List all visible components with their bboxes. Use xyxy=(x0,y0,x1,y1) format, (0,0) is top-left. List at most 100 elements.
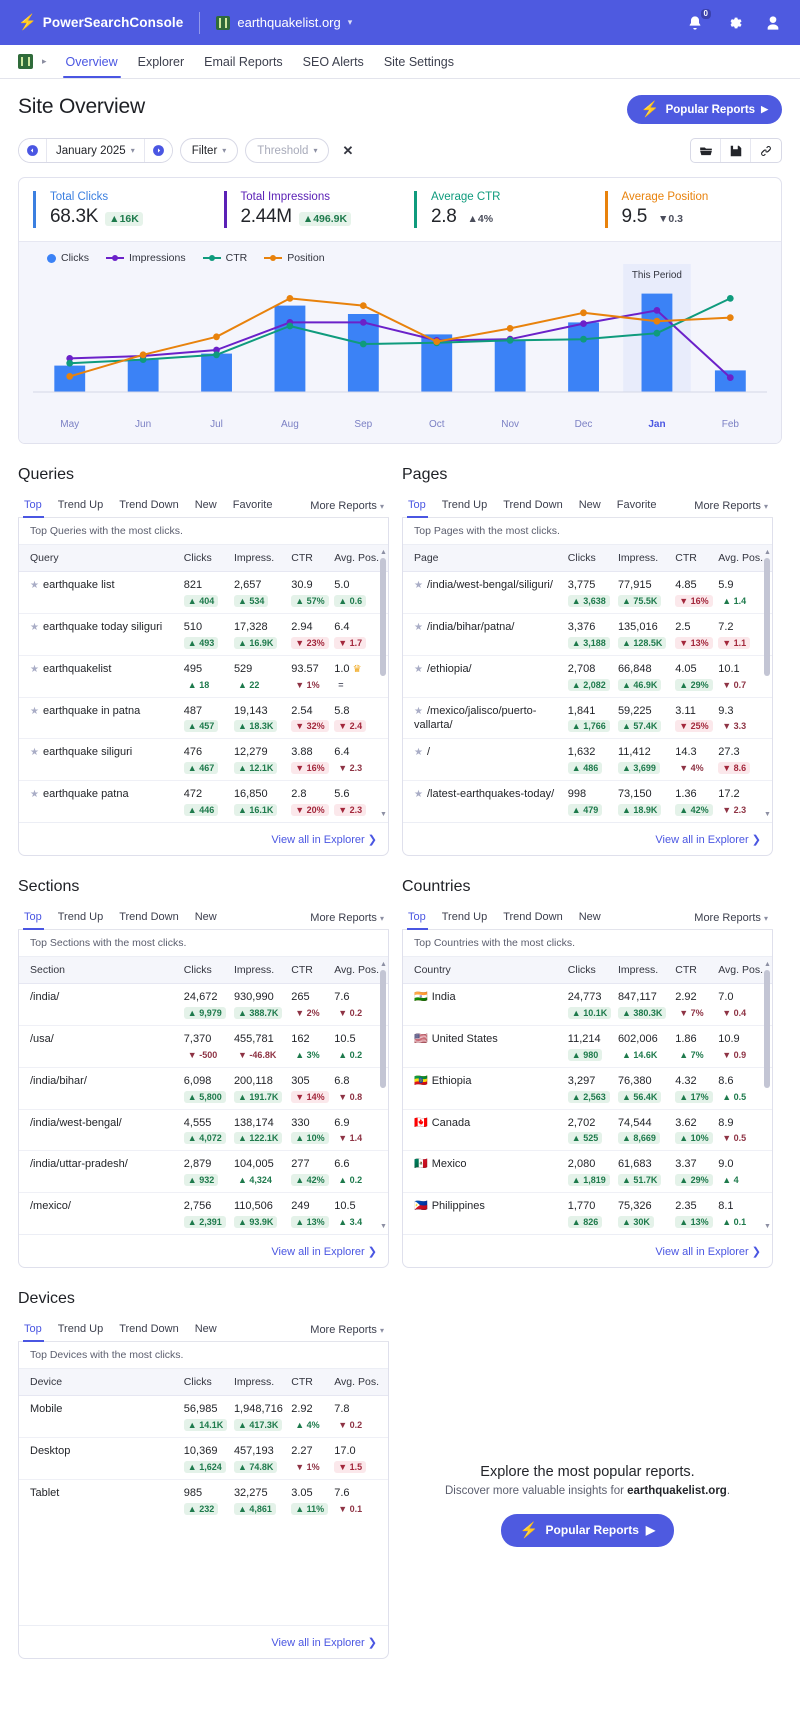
column-header-avg-pos[interactable]: Avg. Pos. xyxy=(334,1369,388,1397)
table-row[interactable]: ★ earthquake today siliguri 510 ▲ 493 17,328… xyxy=(19,613,388,656)
open-folder-icon[interactable] xyxy=(691,139,721,162)
scrollbar-thumb[interactable] xyxy=(380,970,386,1089)
view-all-in-explorer-link[interactable]: View all in Explorer ❯ xyxy=(271,1637,377,1649)
more-reports-dropdown[interactable]: More Reports ▾ xyxy=(694,500,771,512)
tab-trend-down[interactable]: Trend Down xyxy=(111,494,187,517)
column-header-impress[interactable]: Impress. xyxy=(617,957,676,985)
favorite-star-icon[interactable]: ★ xyxy=(414,622,423,633)
kpi-total-impressions[interactable]: Total Impressions 2.44M ▲496.9K xyxy=(223,191,401,228)
favorite-star-icon[interactable]: ★ xyxy=(414,789,423,800)
tab-trend-up[interactable]: Trend Up xyxy=(50,906,111,929)
table-row[interactable]: ★ earthquake patna 472 ▲ 446 16,850 ▲ 16.1K 2.… xyxy=(19,781,388,822)
tab-trend-up[interactable]: Trend Up xyxy=(434,494,495,517)
legend-item-clicks[interactable]: Clicks xyxy=(47,252,89,264)
view-all-in-explorer-link[interactable]: View all in Explorer ❯ xyxy=(655,834,761,846)
table-row[interactable]: /india/24,672 ▲ 9,979 930,990 ▲ 388.7K 265 ▼ … xyxy=(19,983,388,1026)
next-period-button[interactable] xyxy=(144,139,172,162)
tab-trend-down[interactable]: Trend Down xyxy=(111,906,187,929)
table-row[interactable]: 🇺🇸 United States 11,214 ▲ 980 602,006 ▲ 14.6K… xyxy=(403,1025,772,1068)
scroll-up-icon[interactable]: ▲ xyxy=(380,961,387,968)
column-header-ctr[interactable]: CTR xyxy=(675,545,719,572)
table-scrollbar[interactable]: ▲ ▼ xyxy=(764,549,771,818)
table-row[interactable]: 🇲🇽 Mexico 2,080 ▲ 1,819 61,683 ▲ 51.7K 3.37 ▲ 2… xyxy=(403,1150,772,1194)
table-row[interactable]: ★ earthquake in patna 487 ▲ 457 19,143 ▲ 18.3… xyxy=(19,697,388,740)
scrollbar-thumb[interactable] xyxy=(380,558,386,676)
site-selector[interactable]: earthquakelist.org ▾ xyxy=(216,15,352,30)
tab-trend-down[interactable]: Trend Down xyxy=(111,1318,187,1341)
table-row[interactable]: /india/uttar-pradesh/2,879 ▲ 932 104,005 ▲ … xyxy=(19,1150,388,1194)
table-row[interactable]: /india/bihar/6,098 ▲ 5,800 200,118 ▲ 191.7K… xyxy=(19,1067,388,1110)
scroll-down-icon[interactable]: ▼ xyxy=(380,1223,387,1230)
nav-item-email-reports[interactable]: Email Reports xyxy=(194,47,293,77)
table-row[interactable]: /india/west-bengal/4,555 ▲ 4,072 138,174 ▲ … xyxy=(19,1109,388,1152)
table-row[interactable]: 🇵🇭 Philippines 1,770 ▲ 826 75,326 ▲ 30K 2.35 ▲ … xyxy=(403,1193,772,1234)
tab-new[interactable]: New xyxy=(571,906,609,929)
tab-trend-up[interactable]: Trend Up xyxy=(50,494,111,517)
table-row[interactable]: /mexico/2,756 ▲ 2,391 110,506 ▲ 93.9K 249 ▲ 1… xyxy=(19,1193,388,1234)
table-row[interactable]: 🇪🇹 Ethiopia 3,297 ▲ 2,563 76,380 ▲ 56.4K 4.32 ▲… xyxy=(403,1067,772,1110)
column-header-country[interactable]: Country xyxy=(403,957,568,985)
table-row[interactable]: ★/mexico/jalisco/puerto-vallarta/1,841 ▲ … xyxy=(403,697,772,740)
filter-dropdown[interactable]: Filter ▾ xyxy=(179,138,239,163)
column-header-clicks[interactable]: Clicks xyxy=(567,957,618,985)
tab-new[interactable]: New xyxy=(187,494,225,517)
kpi-total-clicks[interactable]: Total Clicks 68.3K ▲16K xyxy=(33,191,210,228)
favorite-star-icon[interactable]: ★ xyxy=(30,664,39,675)
scroll-down-icon[interactable]: ▼ xyxy=(380,811,387,818)
gear-icon[interactable] xyxy=(725,14,743,32)
nav-item-seo-alerts[interactable]: SEO Alerts xyxy=(293,47,374,77)
column-header-impress[interactable]: Impress. xyxy=(617,545,676,572)
scroll-down-icon[interactable]: ▼ xyxy=(764,811,771,818)
favorite-star-icon[interactable]: ★ xyxy=(30,580,39,591)
tab-top[interactable]: Top xyxy=(20,494,50,518)
scroll-down-icon[interactable]: ▼ xyxy=(764,1223,771,1230)
table-row[interactable]: 🇨🇦 Canada 2,702 ▲ 525 74,544 ▲ 8,669 3.62 ▲ 10%… xyxy=(403,1109,772,1152)
tab-trend-down[interactable]: Trend Down xyxy=(495,494,571,517)
tab-new[interactable]: New xyxy=(187,906,225,929)
site-home-icon[interactable] xyxy=(18,54,33,69)
column-header-impress[interactable]: Impress. xyxy=(233,1369,292,1397)
promo-popular-reports-button[interactable]: ⚡ Popular Reports ▶ xyxy=(500,1513,675,1547)
save-icon[interactable] xyxy=(721,139,751,162)
scrollbar-thumb[interactable] xyxy=(764,558,770,676)
nav-item-site-settings[interactable]: Site Settings xyxy=(374,47,464,77)
favorite-star-icon[interactable]: ★ xyxy=(414,747,423,758)
favorite-star-icon[interactable]: ★ xyxy=(30,622,39,633)
table-row[interactable]: ★/india/bihar/patna/3,376 ▲ 3,188 135,016 ▲… xyxy=(403,613,772,656)
view-all-in-explorer-link[interactable]: View all in Explorer ❯ xyxy=(271,834,377,846)
tab-favorite[interactable]: Favorite xyxy=(609,494,665,517)
favorite-star-icon[interactable]: ★ xyxy=(414,664,423,675)
favorite-star-icon[interactable]: ★ xyxy=(414,706,423,717)
tab-top[interactable]: Top xyxy=(404,906,434,931)
legend-item-position[interactable]: Position xyxy=(264,252,325,264)
column-header-ctr[interactable]: CTR xyxy=(675,957,719,985)
favorite-star-icon[interactable]: ★ xyxy=(30,747,39,758)
tab-trend-up[interactable]: Trend Up xyxy=(50,1318,111,1341)
column-header-device[interactable]: Device xyxy=(19,1369,184,1397)
table-row[interactable]: ★ earthquakelist 495 ▲ 18 529 ▲ 22 93.57 ▼ 1% 1.… xyxy=(19,655,388,698)
table-row[interactable]: Tablet 985 ▲ 232 32,275 ▲ 4,861 3.05 ▲ 11% 7.6 ▼… xyxy=(19,1479,388,1520)
kpi-average-position[interactable]: Average Position 9.5 ▼0.3 xyxy=(604,191,782,228)
clear-filters-button[interactable]: ✕ xyxy=(336,143,359,159)
previous-period-button[interactable] xyxy=(19,139,46,162)
table-row[interactable]: Desktop 10,369 ▲ 1,624 457,193 ▲ 74.8K 2.27 ▼ … xyxy=(19,1437,388,1480)
table-row[interactable]: 🇮🇳 India 24,773 ▲ 10.1K 847,117 ▲ 380.3K 2.92 ▼… xyxy=(403,983,772,1026)
tab-new[interactable]: New xyxy=(187,1318,225,1341)
bell-icon[interactable]: 0 xyxy=(686,8,711,32)
column-header-clicks[interactable]: Clicks xyxy=(183,957,234,985)
threshold-dropdown[interactable]: Threshold ▾ xyxy=(245,138,330,163)
table-row[interactable]: ★/india/west-bengal/siliguri/3,775 ▲ 3,63… xyxy=(403,571,772,614)
tab-favorite[interactable]: Favorite xyxy=(225,494,281,517)
table-row[interactable]: ★/ethiopia/2,708 ▲ 2,082 66,848 ▲ 46.9K 4.05… xyxy=(403,655,772,698)
scroll-up-icon[interactable]: ▲ xyxy=(764,961,771,968)
column-header-query[interactable]: Query xyxy=(19,545,184,572)
legend-item-ctr[interactable]: CTR xyxy=(202,252,247,264)
app-brand[interactable]: ⚡ PowerSearchConsole xyxy=(18,15,183,30)
date-range-selector[interactable]: January 2025 ▾ xyxy=(46,139,145,162)
table-row[interactable]: ★ earthquake list 821 ▲ 404 2,657 ▲ 534 30.9 ▲ … xyxy=(19,571,388,614)
more-reports-dropdown[interactable]: More Reports ▾ xyxy=(310,912,387,924)
more-reports-dropdown[interactable]: More Reports ▾ xyxy=(310,1324,387,1336)
nav-item-explorer[interactable]: Explorer xyxy=(128,47,195,77)
legend-item-impressions[interactable]: Impressions xyxy=(106,252,186,264)
view-all-in-explorer-link[interactable]: View all in Explorer ❯ xyxy=(655,1246,761,1258)
